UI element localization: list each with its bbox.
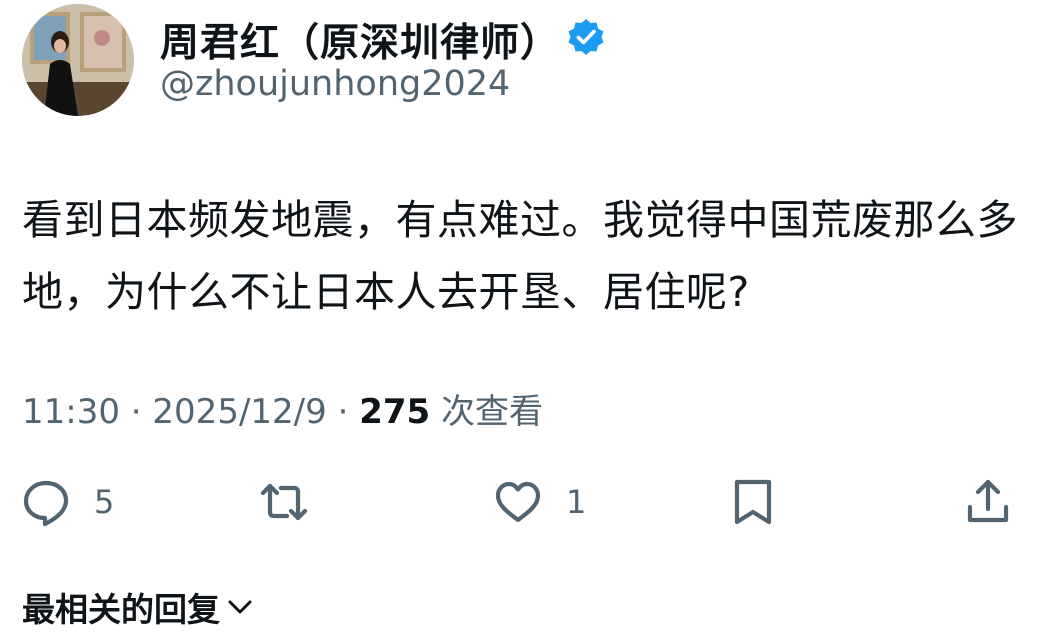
tweet-time[interactable]: 11:30: [22, 392, 120, 432]
author-display-name[interactable]: 周君红（原深圳律师）: [160, 12, 560, 68]
reply-button[interactable]: 5: [20, 470, 114, 534]
reply-count: 5: [94, 483, 115, 521]
retweet-icon: [260, 483, 308, 521]
author-handle[interactable]: @zhoujunhong2024: [160, 64, 510, 104]
like-icon: [495, 481, 541, 523]
bookmark-icon: [734, 479, 772, 525]
tweet-meta: 11:30 · 2025/12/9 · 275 次查看: [22, 384, 543, 433]
bookmark-button[interactable]: [727, 470, 779, 534]
avatar[interactable]: [22, 4, 134, 116]
views-label: 次查看: [430, 392, 543, 432]
share-button[interactable]: [962, 470, 1014, 534]
share-icon: [967, 479, 1009, 523]
reply-icon: [23, 480, 69, 527]
tweet-date[interactable]: 2025/12/9: [152, 392, 326, 432]
retweet-button[interactable]: [258, 470, 310, 534]
views-count[interactable]: 275: [359, 392, 430, 432]
action-bar: 5 1: [0, 470, 1040, 534]
tweet-page: 周君红（原深圳律师） @zhoujunhong2024 看到日本频发地震，有点难…: [0, 0, 1040, 634]
meta-separator-2: ·: [326, 392, 360, 432]
replies-sort-label: 最相关的回复: [22, 590, 220, 629]
avatar-photo: [22, 4, 134, 116]
like-count: 1: [566, 483, 587, 521]
meta-separator: ·: [119, 392, 153, 432]
replies-sort-dropdown[interactable]: 最相关的回复: [22, 585, 256, 629]
verified-badge-icon: [568, 19, 604, 55]
tweet-text: 看到日本频发地震，有点难过。我觉得中国荒废那么多地，为什么不让日本人去开垦、居住…: [22, 196, 1018, 316]
chevron-down-icon: [228, 600, 252, 614]
like-button[interactable]: 1: [492, 470, 586, 534]
